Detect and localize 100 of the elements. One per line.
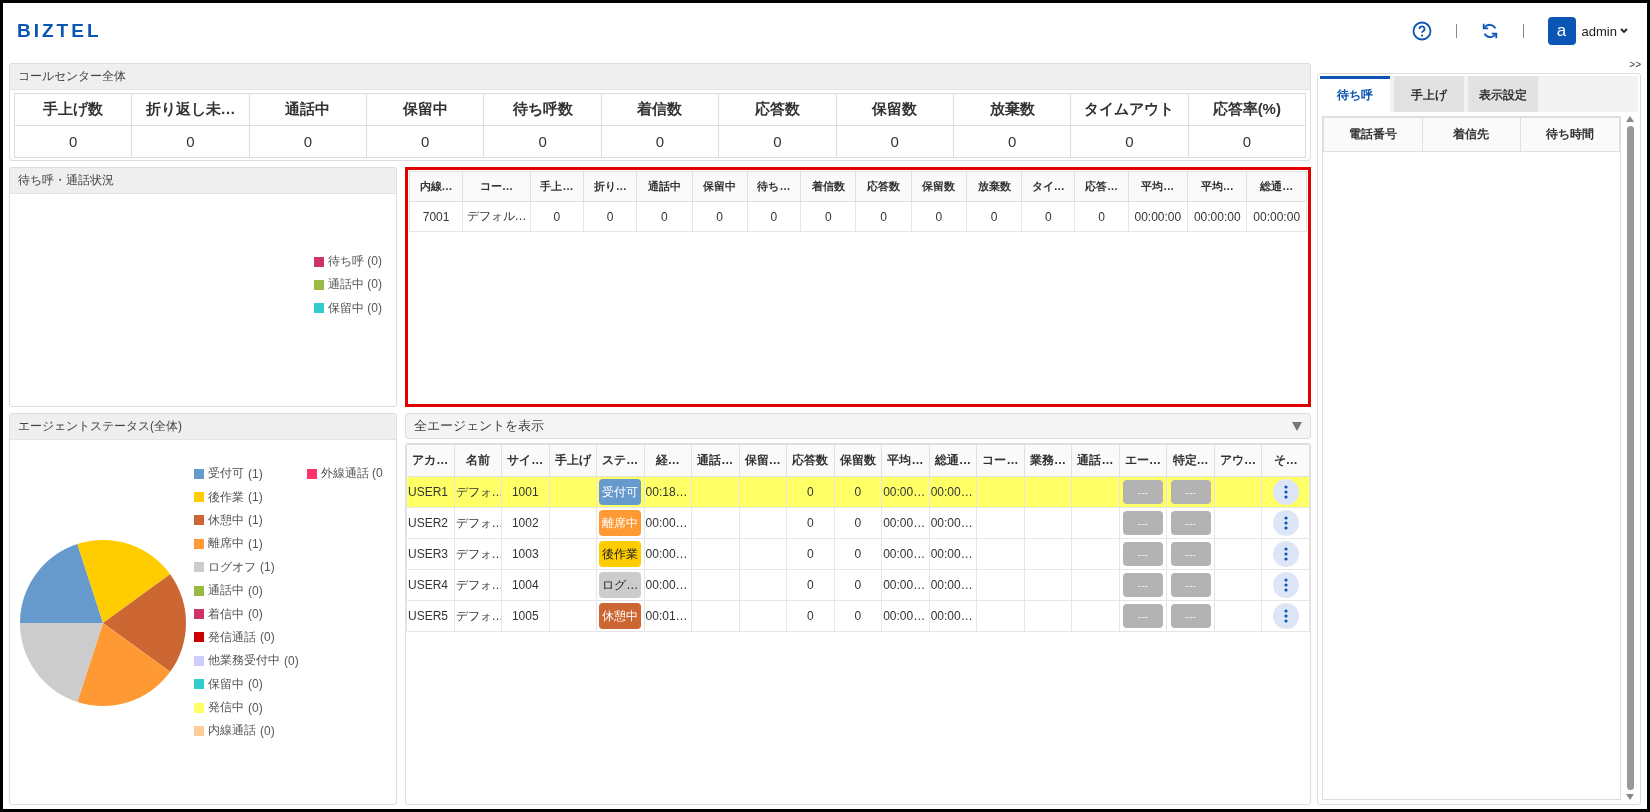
refresh-icon[interactable] — [1480, 22, 1499, 40]
table-cell: 00:00… — [645, 516, 688, 530]
column-header: 保留数 — [836, 93, 954, 126]
table-cell: 0 — [1098, 209, 1105, 224]
action-button[interactable]: --- — [1170, 573, 1211, 597]
user-name: admin — [1581, 23, 1617, 39]
column-header: 応答数 — [718, 93, 836, 126]
tab[interactable]: 待ち呼 — [1320, 76, 1390, 112]
action-button[interactable]: --- — [1170, 604, 1211, 628]
table-cell: 0 — [807, 485, 814, 499]
table-cell: 7001 — [422, 209, 450, 224]
table-cell: 0 — [854, 516, 862, 530]
table-cell: 0 — [718, 125, 836, 158]
column-header: 待ち… — [747, 171, 801, 202]
action-button[interactable]: --- — [1123, 542, 1163, 566]
more-button[interactable] — [1272, 572, 1299, 598]
more-button[interactable] — [1272, 541, 1299, 567]
more-icon — [1283, 609, 1288, 623]
legend-label: 通話中 (0) — [328, 276, 382, 294]
scrollbar[interactable] — [1624, 116, 1636, 800]
more-button[interactable] — [1272, 510, 1299, 536]
table-cell: 1001 — [511, 485, 539, 499]
action-button[interactable]: --- — [1170, 511, 1211, 535]
status-label: 離席中 — [599, 510, 642, 536]
legend-label: 他業務受付中 — [208, 652, 280, 670]
column-header: 手上… — [530, 171, 584, 202]
table-cell: USER5 — [408, 609, 448, 623]
table-cell: 00:18… — [645, 485, 688, 499]
more-icon — [1283, 547, 1288, 561]
chevron-down-icon — [1619, 26, 1629, 36]
table-cell: 0 — [483, 125, 602, 158]
legend-label: 保留中 — [208, 675, 244, 693]
table-cell: USER4 — [408, 578, 448, 592]
table-cell: 00:00… — [645, 578, 688, 592]
action-button[interactable]: --- — [1170, 480, 1211, 504]
help-icon[interactable] — [1411, 21, 1432, 41]
table-cell: 00:00:00 — [1193, 209, 1241, 224]
tab[interactable]: 手上げ — [1394, 76, 1464, 112]
table-cell: 0 — [249, 125, 367, 158]
column-header: 着信数 — [800, 171, 856, 202]
column-header: 保留数 — [834, 444, 882, 477]
legend-label: 発信通話 — [208, 628, 256, 646]
column-header: エー… — [1119, 444, 1167, 477]
table-cell: 0 — [716, 209, 724, 224]
scroll-down-icon[interactable] — [1626, 794, 1634, 800]
table-cell: 1005 — [511, 609, 539, 623]
legend-label: 離席中 — [208, 535, 244, 553]
column-header: アウ… — [1214, 444, 1262, 477]
column-header: 保留… — [739, 444, 787, 477]
column-header: 応答率(%) — [1188, 93, 1306, 126]
more-icon — [1283, 516, 1288, 530]
legend-count: (1) — [248, 536, 263, 551]
tab[interactable]: 表示設定 — [1468, 76, 1538, 112]
agent-filter-dropdown[interactable]: 全エージェントを表示 — [405, 413, 1311, 439]
table-cell: 1003 — [511, 547, 539, 561]
collapse-toggle[interactable]: >> — [1317, 59, 1641, 73]
table-cell: 0 — [990, 209, 998, 224]
logo: BIZTEL — [17, 20, 103, 42]
user-menu[interactable]: a admin — [1547, 17, 1629, 45]
legend-count: (0) — [260, 724, 275, 738]
table-cell: 0 — [807, 609, 814, 623]
table-cell: USER3 — [408, 547, 448, 561]
action-button[interactable]: --- — [1170, 542, 1211, 566]
action-button[interactable]: --- — [1123, 573, 1163, 597]
table-cell: 0 — [854, 485, 862, 499]
avatar: a — [1547, 17, 1576, 45]
column-header: 平均… — [1128, 171, 1188, 202]
action-button[interactable]: --- — [1123, 480, 1163, 504]
table-cell: 0 — [1070, 125, 1189, 158]
column-header: 総通… — [929, 444, 977, 477]
action-button[interactable]: --- — [1123, 511, 1163, 535]
status-label: 受付可 — [599, 479, 642, 505]
column-header: 業務… — [1024, 444, 1072, 477]
column-header: 内線… — [409, 171, 463, 202]
action-button[interactable]: --- — [1123, 604, 1163, 628]
legend-count: (0) — [248, 583, 263, 598]
table-cell: 0 — [953, 125, 1071, 158]
legend-count: (0) — [284, 653, 299, 668]
column-header: 通話中 — [636, 171, 693, 202]
legend-label: ログオフ — [208, 558, 256, 576]
scroll-up-icon[interactable] — [1626, 116, 1634, 122]
card-title: エージェントステータス(全体) — [10, 414, 396, 440]
column-header: 保留中 — [366, 93, 484, 126]
column-header: 応答数 — [786, 444, 835, 477]
table-cell: 00:00… — [930, 578, 973, 592]
legend-label: 休憩中 — [208, 511, 244, 529]
table-cell: 0 — [880, 209, 887, 224]
column-header: 名前 — [454, 444, 502, 477]
table-cell: 00:00… — [930, 609, 973, 623]
column-header: 特定… — [1166, 444, 1215, 477]
table-cell: 0 — [807, 547, 814, 561]
legend-count: (0) — [248, 677, 263, 692]
legend-count: (0) — [260, 630, 275, 645]
table-cell: 0 — [824, 209, 832, 224]
more-button[interactable] — [1272, 479, 1299, 505]
more-icon — [1283, 578, 1288, 592]
table-cell: 00:00:00 — [1253, 209, 1301, 224]
dropdown-caret-icon — [1292, 421, 1302, 431]
more-button[interactable] — [1272, 603, 1299, 629]
column-header: 手上げ数 — [14, 93, 132, 126]
